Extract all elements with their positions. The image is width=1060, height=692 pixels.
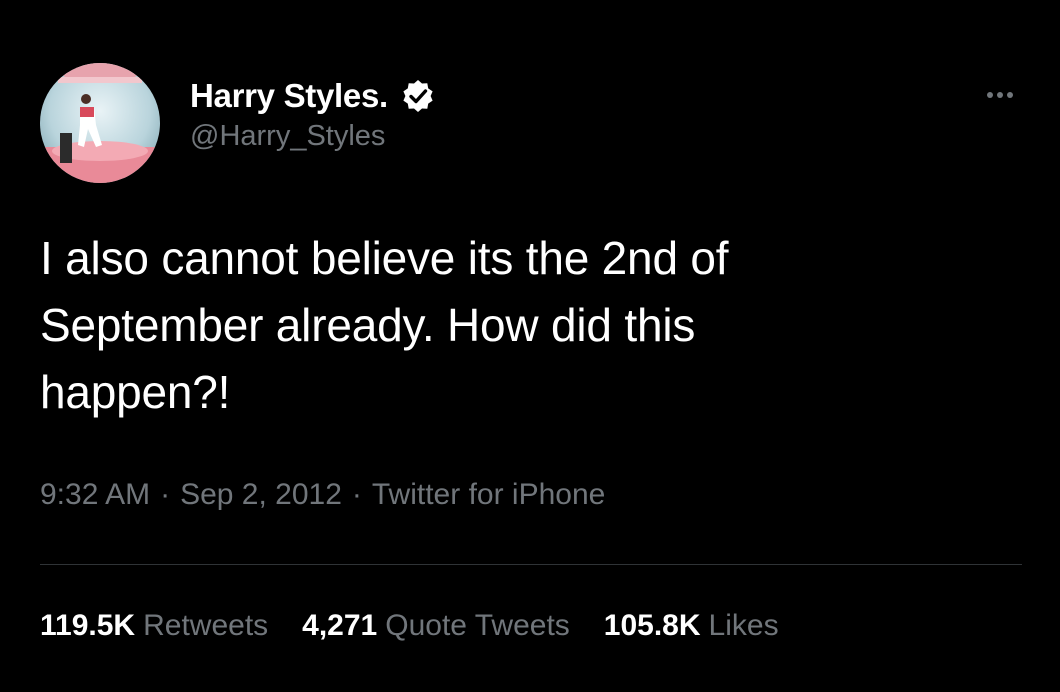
- author-handle[interactable]: @Harry_Styles: [190, 120, 436, 153]
- tweet-time[interactable]: 9:32 AM: [40, 478, 150, 511]
- likes-label: Likes: [708, 609, 779, 642]
- likes-count: 105.8K: [603, 609, 701, 642]
- separator-dot: ·: [351, 478, 362, 511]
- author-name-row: Harry Styles.: [190, 74, 436, 118]
- tweet-text: I also cannot believe its the 2nd of Sep…: [40, 232, 729, 418]
- quote-tweets-stat[interactable]: 4,271 Quote Tweets: [302, 609, 570, 643]
- divider: [40, 564, 1022, 565]
- tweet-stats: 119.5K Retweets 4,271 Quote Tweets 105.8K L…: [40, 609, 813, 643]
- author-display-name[interactable]: Harry Styles.: [190, 77, 388, 115]
- tweet-card: Harry Styles. @Harry_Styles I also canno…: [0, 0, 1060, 692]
- verified-badge-icon: [400, 78, 436, 114]
- tweet-author: Harry Styles. @Harry_Styles: [190, 74, 436, 153]
- retweets-label: Retweets: [143, 609, 269, 642]
- profile-avatar[interactable]: [40, 63, 160, 183]
- retweets-count: 119.5K: [40, 609, 136, 642]
- more-options-icon[interactable]: [968, 80, 1028, 110]
- likes-stat[interactable]: 105.8K Likes: [604, 609, 779, 643]
- avatar-image: [40, 63, 160, 183]
- quote-tweets-count: 4,271: [302, 609, 378, 642]
- quote-tweets-label: Quote Tweets: [385, 609, 570, 642]
- tweet-metadata: 9:32 AM · Sep 2, 2012 · Twitter for iPhone: [40, 478, 605, 512]
- retweets-stat[interactable]: 119.5K Retweets: [40, 609, 268, 643]
- separator-dot: ·: [160, 478, 171, 511]
- tweet-source[interactable]: Twitter for iPhone: [372, 478, 605, 511]
- tweet-date[interactable]: Sep 2, 2012: [180, 478, 342, 511]
